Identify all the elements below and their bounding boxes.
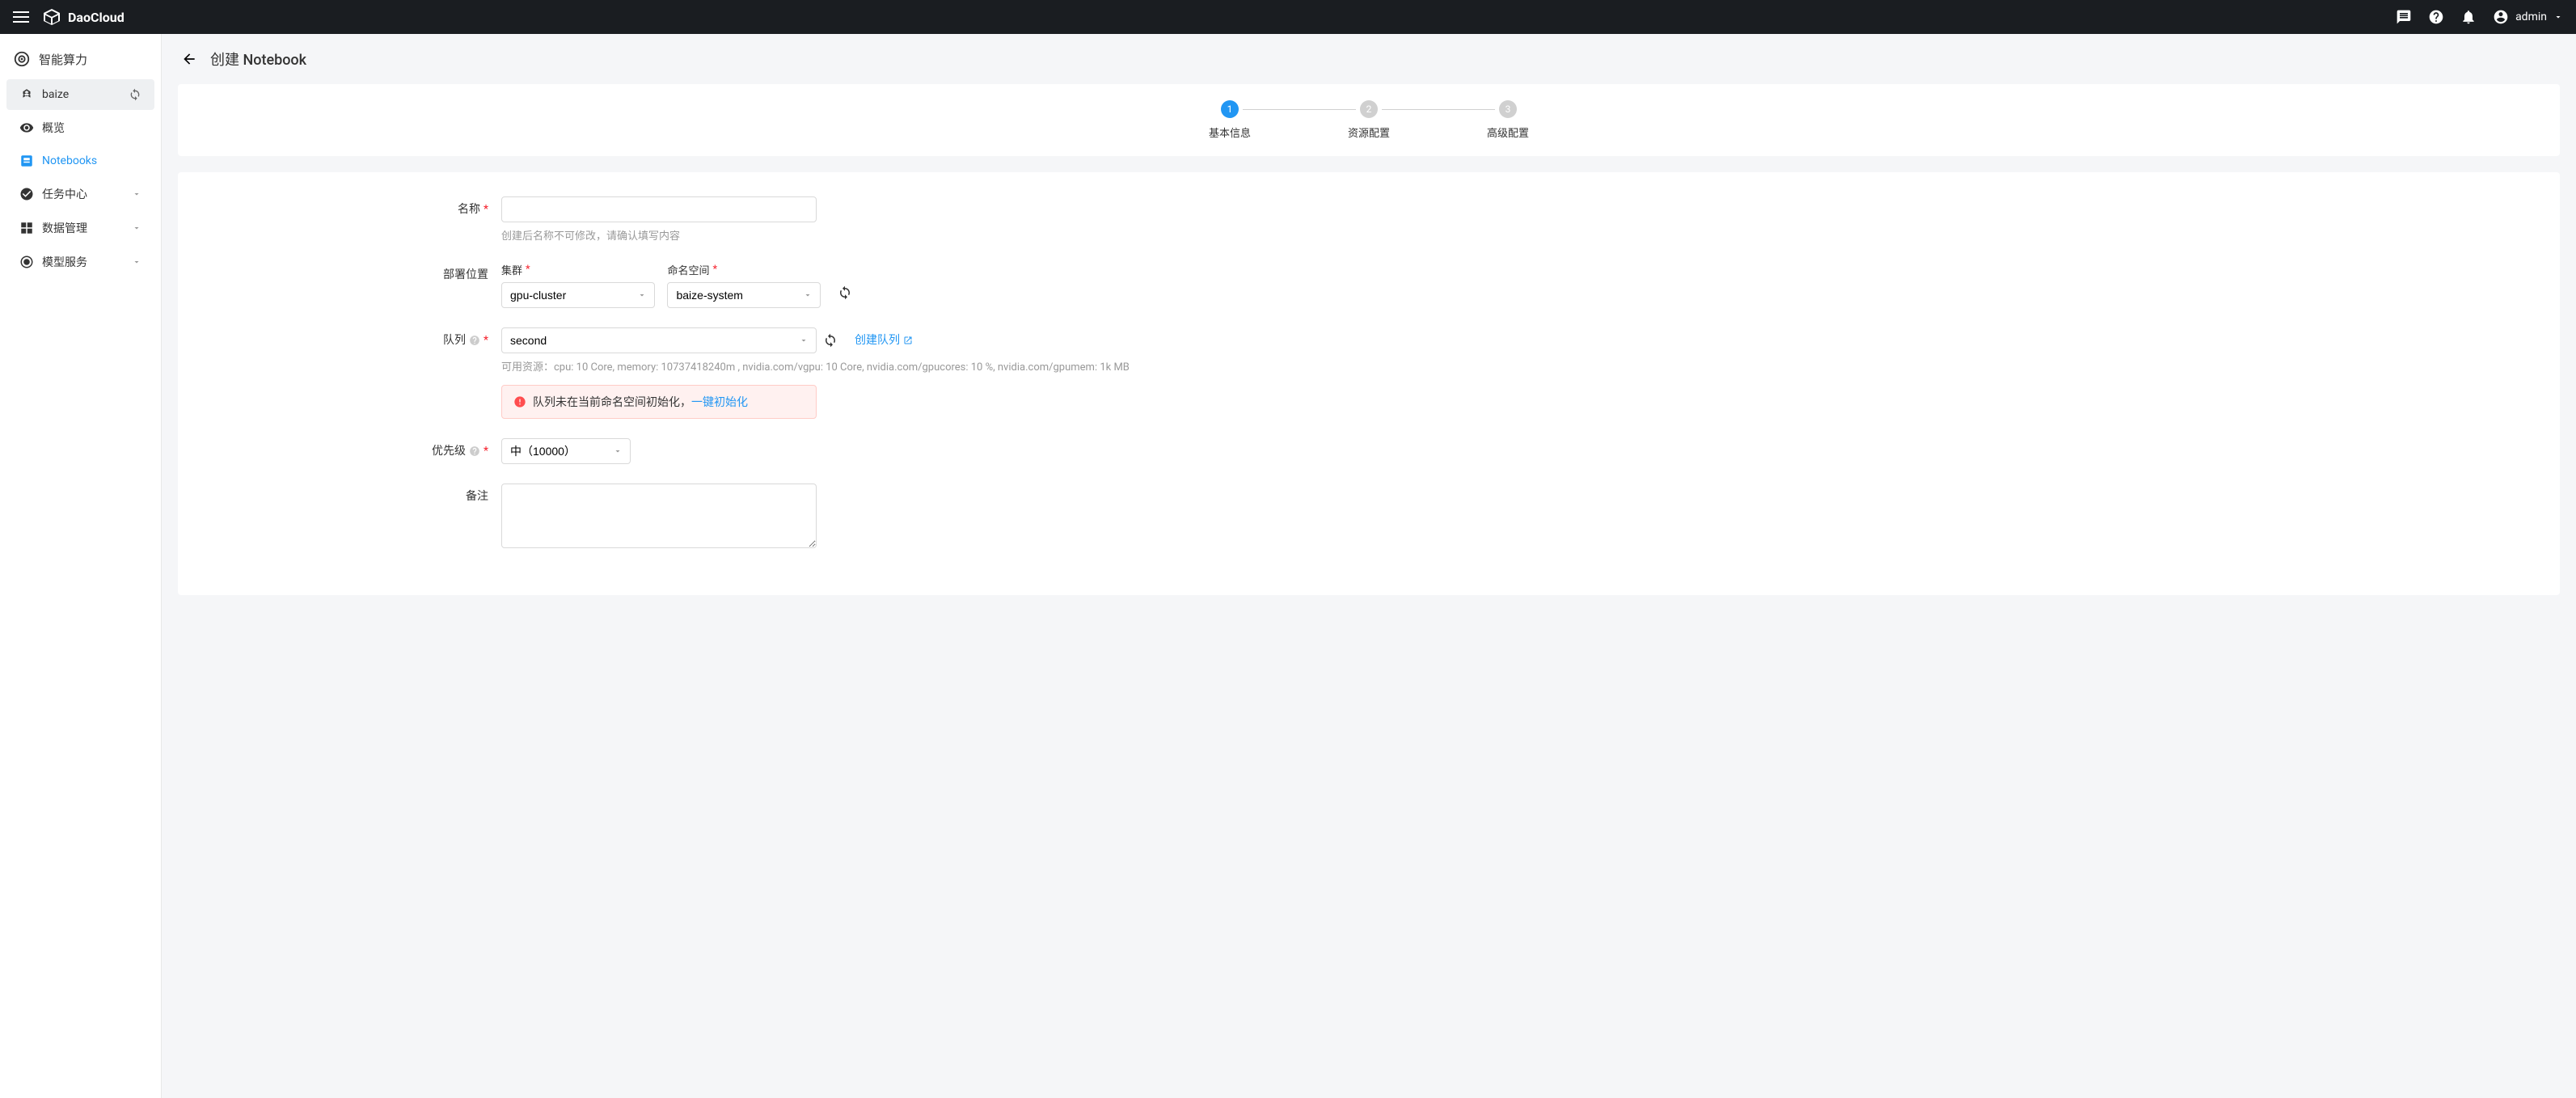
user-menu[interactable]: admin: [2493, 9, 2563, 25]
sidebar-item-overview[interactable]: 概览: [6, 112, 154, 144]
sidebar-item-data[interactable]: 数据管理: [6, 212, 154, 244]
header-right: admin: [2396, 9, 2563, 25]
refresh-icon: [838, 285, 852, 300]
name-hint: 创建后名称不可修改，请确认填写内容: [501, 227, 1229, 243]
step-advanced-config[interactable]: 3 高级配置: [1487, 100, 1529, 140]
required-marker: *: [484, 196, 488, 222]
priority-select[interactable]: [501, 438, 631, 464]
bell-icon[interactable]: [2460, 9, 2477, 25]
menu-toggle-button[interactable]: [13, 11, 29, 23]
queue-select[interactable]: [501, 327, 817, 353]
required-marker: *: [484, 438, 488, 464]
required-marker: *: [484, 327, 488, 353]
sidebar-workspace-selector[interactable]: baize: [6, 79, 154, 110]
help-icon[interactable]: [469, 446, 480, 457]
namespace-select[interactable]: [667, 282, 821, 308]
step-resource-config[interactable]: 2 资源配置: [1348, 100, 1390, 140]
field-location: 部署位置 集群 * 命名: [178, 262, 2560, 308]
sidebar-item-tasks[interactable]: 任务中心: [6, 178, 154, 210]
refresh-icon[interactable]: [129, 88, 141, 101]
step-basic-info[interactable]: 1 基本信息: [1209, 100, 1251, 140]
create-queue-link[interactable]: 创建队列: [855, 327, 913, 353]
chevron-down-icon: [132, 189, 141, 199]
step-divider: [1382, 109, 1495, 110]
page-header: 创建 Notebook: [162, 34, 2576, 84]
help-icon[interactable]: [469, 335, 480, 346]
chevron-down-icon: [132, 223, 141, 233]
stepper: 1 基本信息 2 资源配置 3 高级配置: [178, 100, 2560, 140]
location-refresh-button[interactable]: [834, 281, 856, 304]
stepper-card: 1 基本信息 2 资源配置 3 高级配置: [178, 84, 2560, 156]
main-content: 创建 Notebook 1 基本信息 2 资源配置 3 高级配置: [162, 34, 2576, 1098]
sidebar-title: 智能算力: [0, 40, 161, 78]
step-divider: [1243, 109, 1356, 110]
name-input[interactable]: [501, 196, 817, 222]
sidebar: 智能算力 baize 概览 Notebooks 任务中心: [0, 34, 162, 1098]
chevron-down-icon: [2553, 12, 2563, 22]
initialize-queue-link[interactable]: 一键初始化: [691, 396, 748, 409]
remark-textarea[interactable]: [501, 484, 817, 548]
field-remark: 备注: [178, 484, 2560, 551]
user-avatar-icon: [2493, 9, 2509, 25]
username-text: admin: [2515, 11, 2547, 23]
cluster-select[interactable]: [501, 282, 655, 308]
message-icon[interactable]: [2396, 9, 2412, 25]
required-marker: *: [713, 264, 718, 276]
eye-icon: [19, 120, 34, 135]
help-icon[interactable]: [2428, 9, 2444, 25]
task-icon: [19, 187, 34, 201]
queue-refresh-button[interactable]: [819, 329, 842, 352]
refresh-icon: [823, 333, 838, 348]
queue-alert: 队列未在当前命名空间初始化，一键初始化: [501, 385, 817, 419]
queue-resources-hint: 可用资源：cpu: 10 Core, memory: 10737418240m …: [501, 358, 1229, 374]
workspace-icon: [19, 87, 34, 102]
sidebar-item-notebooks[interactable]: Notebooks: [6, 146, 154, 176]
header-left: DaoCloud: [13, 7, 125, 27]
top-header: DaoCloud admin: [0, 0, 2576, 34]
chevron-down-icon: [132, 257, 141, 267]
field-priority: 优先级 *: [178, 438, 2560, 464]
field-name: 名称 * 创建后名称不可修改，请确认填写内容: [178, 196, 2560, 243]
field-queue: 队列 * 创建队列 可用资源：cpu: 1: [178, 327, 2560, 419]
sidebar-item-models[interactable]: 模型服务: [6, 246, 154, 278]
brand-text: DaoCloud: [68, 10, 125, 25]
form-card: 名称 * 创建后名称不可修改，请确认填写内容 部署位置 集群: [178, 172, 2560, 595]
compute-icon: [13, 50, 31, 68]
notebook-icon: [19, 154, 34, 168]
external-link-icon: [903, 336, 913, 345]
cube-icon: [42, 7, 61, 27]
error-icon: [513, 395, 526, 408]
model-icon: [19, 255, 34, 269]
data-icon: [19, 221, 34, 235]
page-title: 创建 Notebook: [210, 49, 306, 70]
back-button[interactable]: [181, 51, 197, 67]
required-marker: *: [526, 264, 530, 276]
brand-logo[interactable]: DaoCloud: [42, 7, 125, 27]
